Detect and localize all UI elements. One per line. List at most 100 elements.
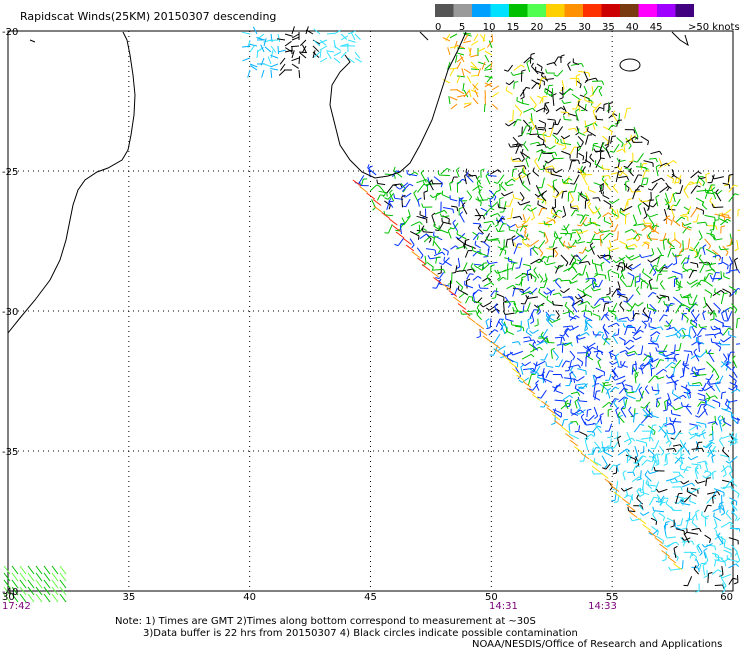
wind-barb-flag <box>637 495 639 499</box>
wind-barb <box>544 278 547 287</box>
wind-barb-flag <box>562 100 564 104</box>
wind-barb-flag <box>564 116 565 120</box>
wind-barb <box>694 569 699 574</box>
wind-barb-flag <box>704 549 707 551</box>
wind-barb-flag <box>629 146 631 149</box>
wind-barb <box>456 281 463 287</box>
wind-barb-flag <box>535 158 538 161</box>
wind-barb <box>636 440 646 443</box>
wind-barb-flag <box>590 163 591 167</box>
wind-barb <box>619 241 626 245</box>
wind-barb <box>571 370 577 377</box>
wind-barb <box>625 326 633 327</box>
wind-barb <box>736 343 740 344</box>
wind-barb-flag <box>721 290 724 293</box>
wind-barb-flag <box>687 282 690 285</box>
wind-barb-flag <box>705 561 708 563</box>
wind-barb-flag <box>700 465 701 469</box>
wind-barb <box>650 214 658 217</box>
wind-barb-flag <box>714 527 717 529</box>
wind-barb <box>528 375 531 385</box>
wind-barb <box>612 271 619 274</box>
wind-barb <box>665 362 672 368</box>
wind-barb <box>641 201 650 202</box>
wind-barb <box>546 79 554 80</box>
wind-barb-flag <box>479 268 482 270</box>
wind-barb <box>590 157 594 162</box>
wind-barb <box>681 335 689 336</box>
wind-barb <box>514 65 521 71</box>
wind-barb-flag <box>622 144 624 148</box>
wind-barb <box>60 594 66 602</box>
wind-barb-flag <box>490 208 494 210</box>
wind-barb-flag <box>582 362 583 366</box>
wind-barb-flag <box>722 424 725 427</box>
wind-barb <box>638 302 643 306</box>
wind-barb <box>699 230 702 237</box>
wind-barb <box>441 168 447 174</box>
wind-barb-flag <box>470 274 474 275</box>
wind-barb <box>619 388 624 393</box>
wind-barb <box>509 80 514 84</box>
wind-barb-flag <box>568 62 571 65</box>
wind-barb <box>724 547 731 550</box>
wind-barb <box>553 122 554 128</box>
wind-barb <box>426 249 435 250</box>
wind-barb-flag <box>581 166 583 170</box>
wind-barb-flag <box>553 301 554 305</box>
wind-barb <box>723 354 727 360</box>
wind-barb <box>724 550 732 553</box>
wind-barb-flag <box>612 125 616 126</box>
wind-barb-flag <box>666 441 669 443</box>
wind-barb <box>702 205 707 209</box>
wind-barb <box>602 402 608 407</box>
wind-barb-flag <box>604 448 605 452</box>
wind-barb-flag <box>697 186 701 187</box>
wind-barb-flag <box>680 465 681 469</box>
wind-barb <box>675 433 679 440</box>
wind-barb-flag <box>671 438 675 439</box>
wind-barb-flag <box>495 291 499 292</box>
wind-barb <box>659 315 663 322</box>
wind-barb-flag <box>637 238 639 241</box>
wind-barb <box>551 174 562 176</box>
wind-barb-flag <box>726 461 729 463</box>
wind-barb <box>526 332 531 336</box>
wind-barb-flag <box>538 200 539 204</box>
wind-barb <box>556 107 561 110</box>
wind-barb-flag <box>672 507 673 511</box>
wind-barb <box>481 208 487 211</box>
wind-barb-flag <box>593 331 594 335</box>
wind-barb <box>531 66 538 74</box>
wind-barb-flag <box>704 576 708 577</box>
wind-barb-flag <box>587 349 591 350</box>
wind-barb-flag <box>646 479 648 483</box>
wind-barb-flag <box>478 225 480 228</box>
wind-barb <box>541 390 546 398</box>
wind-barb <box>535 161 540 169</box>
wind-barb-flag <box>480 304 483 307</box>
wind-barb-flag <box>664 326 668 327</box>
wind-barb-flag <box>680 294 681 298</box>
wind-barb <box>628 354 635 356</box>
wind-barb-flag <box>444 257 445 261</box>
wind-barb <box>608 390 610 398</box>
wind-barb-flag <box>640 330 643 332</box>
wind-barb <box>705 535 711 539</box>
wind-barb-flag <box>520 112 522 115</box>
wind-barb <box>684 191 689 198</box>
wind-barb <box>691 320 696 323</box>
wind-barb <box>613 336 618 344</box>
wind-barb <box>721 249 729 250</box>
wind-barb <box>36 594 42 602</box>
wind-barb-flag <box>517 120 521 121</box>
wind-barb <box>565 306 570 312</box>
wind-barb <box>527 271 528 281</box>
wind-barb-flag <box>515 284 519 285</box>
wind-barb-flag <box>479 186 482 188</box>
wind-barb <box>689 270 693 278</box>
wind-barb <box>422 265 430 271</box>
wind-barb-flag <box>534 310 538 311</box>
wind-barb <box>603 233 610 240</box>
wind-barb-flag <box>632 229 635 232</box>
